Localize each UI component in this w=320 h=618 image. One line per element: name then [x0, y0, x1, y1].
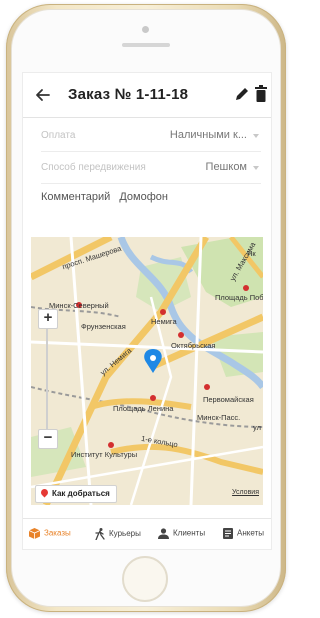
nav-forms[interactable]: Анкеты	[223, 528, 264, 539]
app-screen: Заказ № 1-11-18 Оплата Наличными к... Сп…	[22, 72, 272, 550]
nav-couriers-label: Курьеры	[109, 529, 141, 539]
bottom-navigation: Заказы Курьеры Клиенты Анкеты	[23, 518, 271, 549]
trash-icon[interactable]	[255, 85, 267, 103]
map-label-ploshchad-pobedy: Площадь Побе	[215, 293, 263, 302]
chevron-down-icon	[253, 166, 259, 170]
zoom-out-button[interactable]: −	[38, 429, 58, 449]
nav-orders[interactable]: Заказы	[29, 528, 71, 539]
map-label-oktyabrskaya: Октябрьская	[171, 341, 216, 350]
map-label-yakub: Як	[247, 249, 256, 258]
map-label-pervomaiskaya: Первомайская	[203, 395, 254, 404]
map-label-minsk-severny: Минск-Северный	[49, 301, 109, 310]
map-label-institute: Институт Культуры	[71, 450, 138, 459]
document-icon	[223, 528, 233, 539]
get-directions-label: Как добраться	[52, 489, 110, 498]
map-terms-link[interactable]: Условия	[232, 489, 259, 496]
nav-clients[interactable]: Клиенты	[158, 528, 205, 539]
delivery-method-select[interactable]: Способ передвижения Пешком	[41, 155, 261, 184]
person-icon	[158, 528, 169, 539]
zoom-in-button[interactable]: +	[38, 309, 58, 329]
get-directions-button[interactable]: Как добраться	[35, 485, 117, 503]
payment-label: Оплата	[41, 130, 76, 141]
page-title: Заказ № 1-11-18	[68, 86, 189, 103]
nav-clients-label: Клиенты	[173, 528, 206, 538]
delivery-method-label: Способ передвижения	[41, 162, 146, 173]
payment-value: Наличными к...	[169, 129, 247, 141]
walking-person-icon	[95, 528, 105, 540]
map-label-ploshchad-lenina: Площадь Ленина	[113, 404, 174, 413]
chevron-down-icon	[253, 134, 259, 138]
map-label-nemiga-station: Немига	[151, 317, 177, 326]
home-button[interactable]	[122, 556, 168, 602]
tab-comment[interactable]: Комментарий	[41, 191, 110, 203]
info-tabs: Комментарий Домофон	[41, 191, 174, 203]
app-header: Заказ № 1-11-18	[23, 73, 271, 118]
map-label-ul: ул	[253, 423, 261, 432]
box-icon	[29, 528, 40, 539]
tab-intercom[interactable]: Домофон	[119, 191, 168, 203]
map-label-frunzenskaya: Фрунзенская	[81, 322, 126, 331]
map-pin-icon	[39, 487, 50, 498]
earpiece-speaker	[122, 43, 170, 47]
delivery-method-value: Пешком	[205, 161, 247, 173]
nav-forms-label: Анкеты	[237, 528, 264, 538]
map-label-minsk-pass: Минск-Пасс.	[197, 413, 241, 422]
nav-couriers[interactable]: Курьеры	[95, 528, 141, 540]
pencil-icon[interactable]	[234, 86, 250, 102]
map-view[interactable]: просп. Машерова ул. Максима Як Минск-Сев…	[31, 237, 263, 505]
zoom-slider[interactable]	[46, 329, 48, 429]
payment-select[interactable]: Оплата Наличными к...	[41, 123, 261, 152]
front-camera	[142, 26, 149, 33]
back-arrow-icon[interactable]	[33, 85, 53, 105]
nav-orders-label: Заказы	[44, 528, 71, 538]
